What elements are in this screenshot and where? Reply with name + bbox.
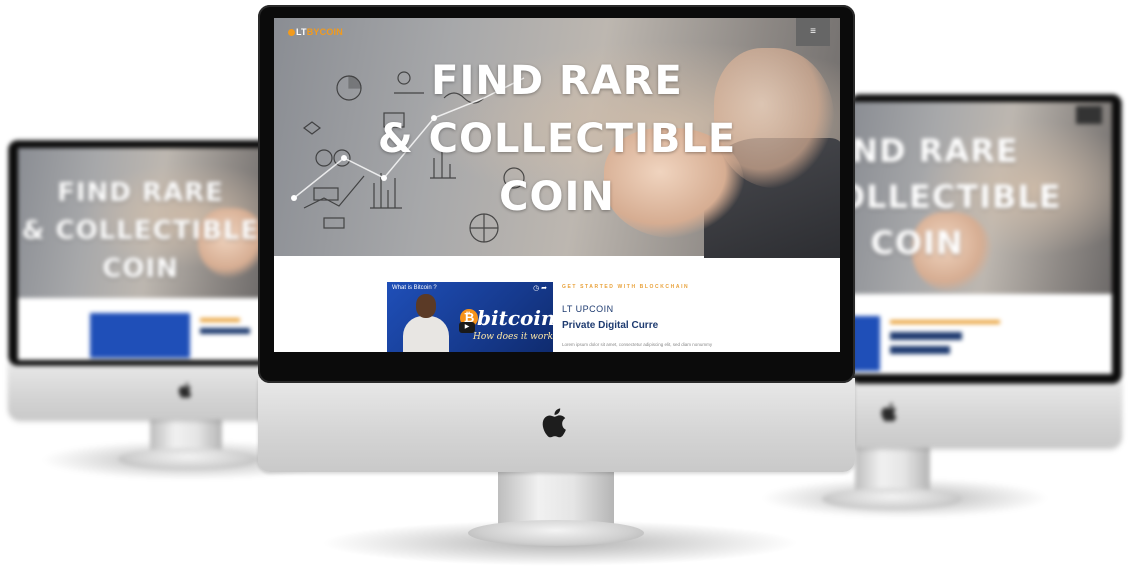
left-heading-bar (200, 328, 250, 334)
center-monitor-foot (468, 520, 644, 546)
left-hero-title: FIND RARE & COLLECTIBLE COIN (18, 174, 263, 288)
left-hero: FIND RARE & COLLECTIBLE COIN (18, 148, 263, 298)
hamburger-icon: ≡ (810, 26, 816, 37)
right-heading-bar (890, 332, 962, 340)
left-monitor-foot (118, 448, 258, 470)
right-subheading-bar (890, 346, 950, 354)
left-monitor-chin (8, 362, 270, 420)
right-hero-title: FIND RARE & COLLECTIBLE COIN (852, 128, 1112, 266)
presenter-image (403, 294, 449, 352)
right-hero-line-3: COIN (870, 224, 964, 262)
right-kicker-bar (890, 320, 1000, 324)
right-menu-button (1076, 106, 1102, 124)
menu-button[interactable]: ≡ (796, 18, 830, 46)
right-video-thumb (852, 316, 880, 371)
right-hero-line-1: FIND RARE (852, 132, 1019, 170)
section-brand: LT UPCOIN (562, 304, 614, 314)
video-title: What is Bitcoin ? (392, 285, 437, 291)
bitcoin-subtitle: How does it work? (473, 332, 553, 342)
presenter-body (403, 316, 449, 352)
video-controls-icon[interactable]: ◷ ➦ (533, 284, 547, 292)
left-monitor-screen: FIND RARE & COLLECTIBLE COIN (18, 148, 263, 360)
right-apple-logo-icon (881, 402, 897, 422)
section-kicker: GET STARTED WITH BLOCKCHAIN (562, 284, 690, 290)
right-monitor-foot (822, 488, 962, 510)
logo-suffix: BYCOIN (306, 27, 343, 37)
logo-prefix: LT (296, 27, 307, 37)
play-button[interactable]: ▶ (459, 322, 475, 333)
left-hero-line-2: & COLLECTIBLE (21, 216, 260, 246)
video-player[interactable]: What is Bitcoin ? ◷ ➦ ₿ bitcoin How does… (387, 282, 553, 352)
right-hero-line-2: & COLLECTIBLE (852, 178, 1062, 216)
hero-line-3: COIN (499, 174, 615, 220)
center-monitor-screen: LTBYCOIN ≡ FIND RARE & COLLECTIBLE COIN … (274, 18, 840, 352)
right-hero: FIND RARE & COLLECTIBLE COIN (852, 102, 1112, 294)
hero-line-1: FIND RARE (431, 58, 683, 104)
hero-title: FIND RARE & COLLECTIBLE COIN (274, 52, 840, 226)
left-hero-line-3: COIN (102, 254, 179, 284)
right-monitor-screen: FIND RARE & COLLECTIBLE COIN (852, 102, 1112, 374)
logo-mark-icon (288, 29, 295, 36)
hero-banner: LTBYCOIN ≡ FIND RARE & COLLECTIBLE COIN (274, 18, 840, 258)
left-video-thumb (90, 313, 190, 358)
left-kicker-bar (200, 318, 240, 322)
left-apple-logo-icon (178, 382, 192, 398)
section-heading: Private Digital Curre (562, 320, 659, 331)
left-hero-line-1: FIND RARE (57, 178, 224, 208)
site-logo[interactable]: LTBYCOIN (288, 27, 343, 37)
section-body-text: Lorem ipsum dolor sit amet, consectetur … (562, 342, 713, 347)
center-apple-logo-icon (542, 408, 566, 438)
play-icon: ▶ (464, 324, 470, 330)
hero-line-2: & COLLECTIBLE (377, 116, 737, 162)
bitcoin-word: bitcoin (477, 306, 553, 330)
presenter-head (416, 294, 436, 318)
